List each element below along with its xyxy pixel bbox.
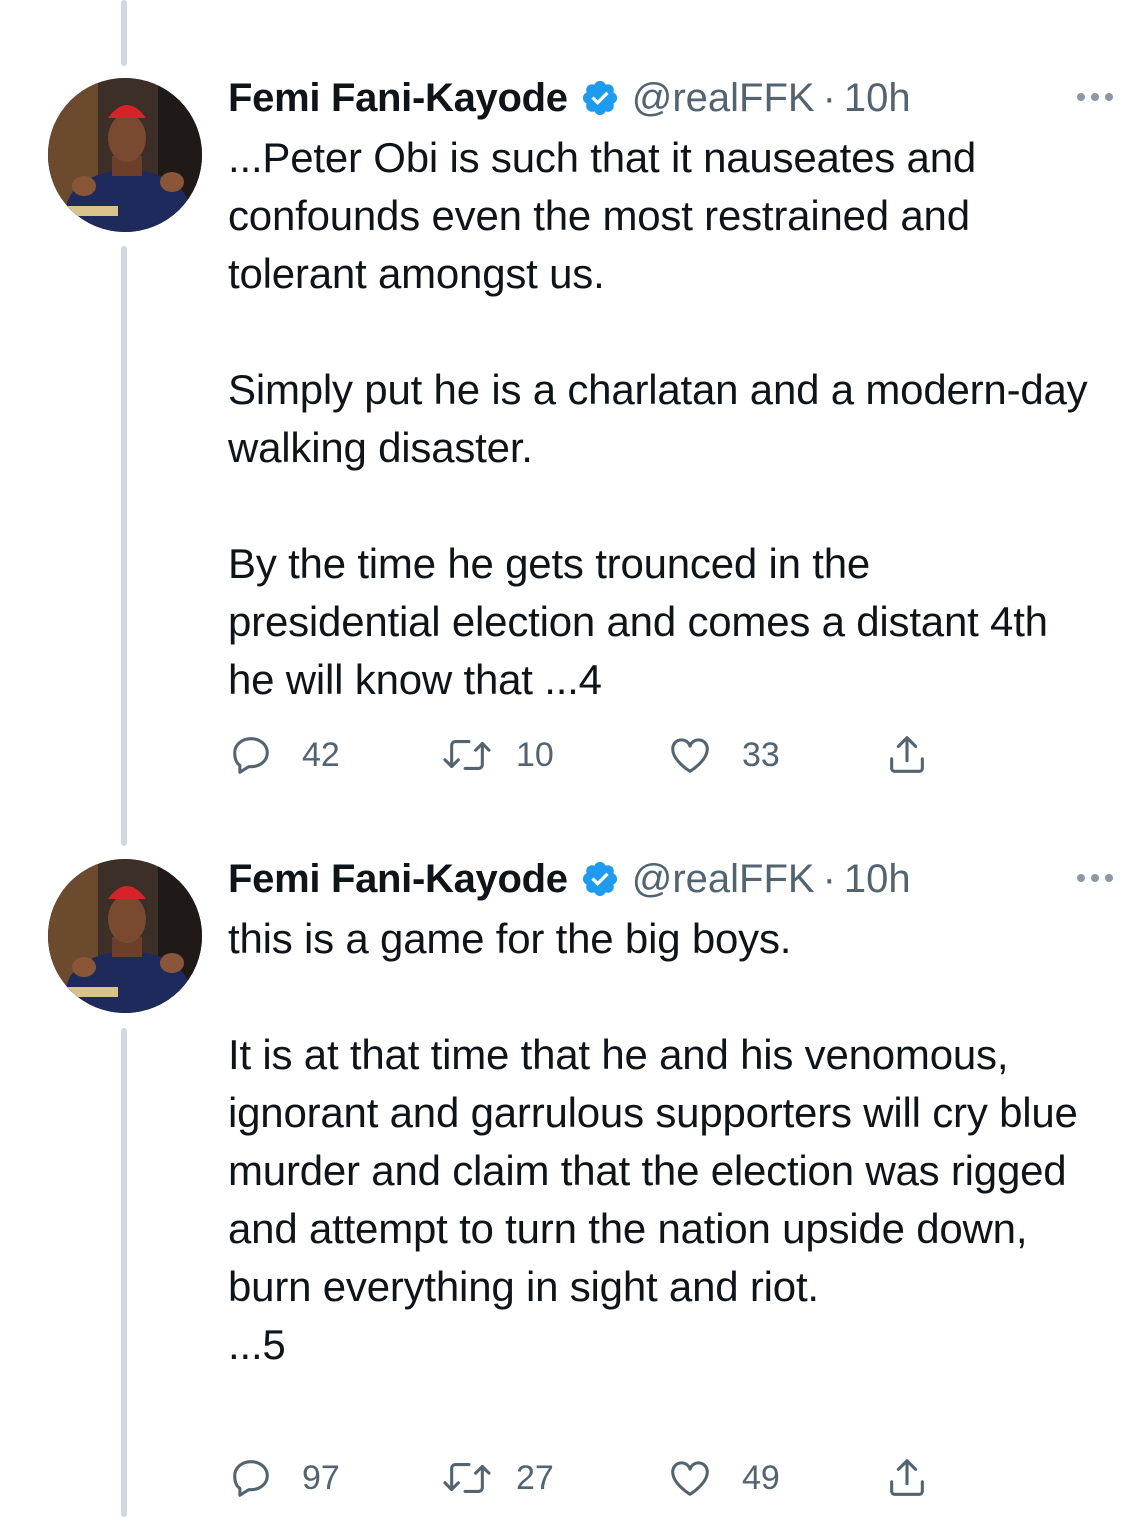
retweet-count: 10 bbox=[516, 735, 554, 774]
tweet-paragraph: By the time he gets trounced in the pres… bbox=[228, 540, 1048, 703]
like-button[interactable]: 33 bbox=[666, 732, 780, 778]
tweet-paragraph: Simply put he is a charlatan and a moder… bbox=[228, 366, 1088, 471]
retweet-count: 27 bbox=[516, 1458, 554, 1497]
author-name[interactable]: Femi Fani-Kayode bbox=[228, 73, 568, 123]
reply-button[interactable]: 42 bbox=[228, 732, 340, 778]
more-icon[interactable] bbox=[1077, 93, 1113, 101]
reply-count: 97 bbox=[302, 1458, 340, 1497]
separator-dot: · bbox=[822, 857, 836, 901]
retweet-button[interactable]: 27 bbox=[442, 1455, 554, 1501]
avatar[interactable] bbox=[48, 78, 202, 232]
more-icon[interactable] bbox=[1077, 874, 1113, 882]
avatar[interactable] bbox=[48, 859, 202, 1013]
like-icon bbox=[671, 1461, 709, 1496]
share-icon bbox=[890, 736, 924, 773]
reply-count: 42 bbox=[302, 735, 340, 774]
share-button[interactable] bbox=[884, 732, 930, 778]
thread-line-middle bbox=[121, 246, 127, 846]
tweet-paragraph: It is at that time that he and his venom… bbox=[228, 1031, 1078, 1368]
tweet-text: ...Peter Obi is such that it nauseates a… bbox=[228, 129, 1088, 709]
timestamp[interactable]: 10h bbox=[844, 854, 911, 904]
separator-dot: · bbox=[822, 76, 836, 120]
verified-badge-icon bbox=[582, 861, 617, 897]
share-button[interactable] bbox=[884, 1455, 930, 1501]
verified-badge-icon bbox=[582, 80, 617, 116]
tweet-header: Femi Fani-Kayode @realFFK · 10h bbox=[228, 73, 1085, 123]
tweet-text: this is a game for the big boys. It is a… bbox=[228, 910, 1088, 1374]
like-count: 49 bbox=[742, 1458, 780, 1497]
retweet-button[interactable]: 10 bbox=[442, 732, 554, 778]
thread-line-top bbox=[121, 0, 127, 66]
tweet-paragraph: ...Peter Obi is such that it nauseates a… bbox=[228, 134, 977, 297]
tweet-paragraph: this is a game for the big boys. bbox=[228, 915, 792, 962]
thread-line-bottom bbox=[121, 1028, 127, 1517]
reply-icon bbox=[233, 737, 269, 774]
author-name[interactable]: Femi Fani-Kayode bbox=[228, 854, 568, 904]
retweet-icon bbox=[443, 1463, 491, 1493]
share-icon bbox=[890, 1459, 924, 1496]
author-handle[interactable]: @realFFK bbox=[632, 73, 815, 123]
like-button[interactable]: 49 bbox=[666, 1455, 780, 1501]
author-handle[interactable]: @realFFK bbox=[632, 854, 815, 904]
tweet-header: Femi Fani-Kayode @realFFK · 10h bbox=[228, 854, 1085, 904]
timestamp[interactable]: 10h bbox=[844, 73, 911, 123]
like-count: 33 bbox=[742, 735, 780, 774]
like-icon bbox=[671, 738, 709, 773]
reply-button[interactable]: 97 bbox=[228, 1455, 340, 1501]
retweet-icon bbox=[443, 740, 491, 770]
reply-icon bbox=[233, 1460, 269, 1497]
